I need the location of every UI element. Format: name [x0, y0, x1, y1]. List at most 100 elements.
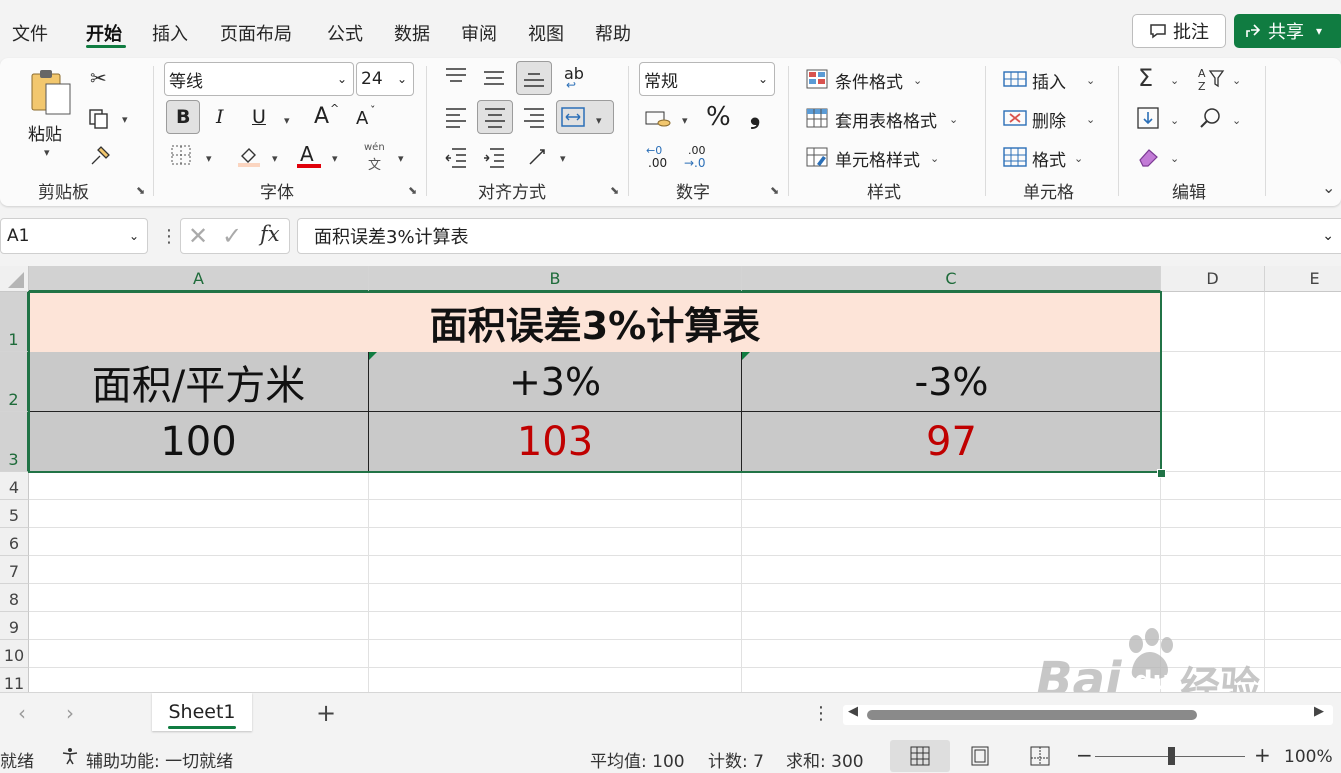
tab-file[interactable]: 文件 — [12, 20, 48, 46]
column-header-a[interactable]: A — [29, 266, 369, 292]
row-header-9[interactable]: 9 — [0, 612, 29, 640]
find-select-chevron-icon[interactable]: ⌄ — [1232, 114, 1241, 127]
format-as-table-button[interactable]: 套用表格格式 — [835, 107, 937, 132]
name-box-chevron-icon[interactable]: ⌄ — [129, 229, 139, 243]
conditional-format-icon[interactable] — [805, 68, 829, 90]
enter-icon[interactable]: ✓ — [222, 222, 242, 250]
formula-bar-options-icon[interactable]: ⋮ — [160, 226, 178, 247]
count-stat[interactable]: 计数: 7 — [708, 747, 764, 772]
accessibility-status[interactable]: 辅助功能: 一切就绪 — [86, 747, 233, 772]
row-header-11[interactable]: 11 — [0, 668, 29, 692]
header-cell-area[interactable]: 面积/平方米 — [29, 352, 369, 412]
normal-view-icon[interactable] — [910, 746, 930, 766]
zoom-in-button[interactable]: + — [1254, 743, 1271, 767]
autosum-chevron-icon[interactable]: ⌄ — [1170, 74, 1179, 87]
phonetic-chevron-icon[interactable]: ▾ — [398, 152, 404, 165]
orientation-chevron-icon[interactable]: ▾ — [560, 152, 566, 165]
find-select-icon[interactable] — [1198, 106, 1222, 130]
insert-cells-button[interactable]: 插入 — [1032, 68, 1066, 93]
average-stat[interactable]: 平均值: 100 — [590, 747, 685, 772]
error-indicator-icon[interactable] — [369, 352, 377, 360]
select-all-corner[interactable] — [0, 266, 29, 292]
format-cells-chevron-icon[interactable]: ⌄ — [1074, 152, 1083, 165]
zoom-out-button[interactable]: − — [1076, 743, 1093, 767]
insert-cells-icon[interactable] — [1002, 68, 1028, 90]
underline-chevron-icon[interactable]: ▾ — [284, 114, 290, 127]
align-left-icon[interactable] — [444, 106, 468, 128]
row-header-4[interactable]: 4 — [0, 472, 29, 500]
row-header-8[interactable]: 8 — [0, 584, 29, 612]
borders-chevron-icon[interactable]: ▾ — [206, 152, 212, 165]
row-header-2[interactable]: 2 — [0, 352, 29, 412]
insert-cells-chevron-icon[interactable]: ⌄ — [1086, 74, 1095, 87]
sum-stat[interactable]: 求和: 300 — [786, 747, 864, 772]
decrease-decimal-bottom[interactable]: →.0 — [684, 156, 706, 170]
value-cell-minus[interactable]: 97 — [742, 412, 1161, 472]
alignment-launcher-icon[interactable]: ⬊ — [610, 184, 619, 197]
accounting-format-icon[interactable] — [644, 108, 672, 130]
zoom-level[interactable]: 100% — [1284, 747, 1333, 767]
clear-chevron-icon[interactable]: ⌄ — [1170, 152, 1179, 165]
conditional-format-button[interactable]: 条件格式 — [835, 68, 903, 93]
tab-page-layout[interactable]: 页面布局 — [220, 20, 292, 46]
tab-options-icon[interactable]: ⋮ — [812, 703, 830, 724]
italic-button[interactable]: I — [216, 106, 224, 128]
scroll-left-arrow-icon[interactable]: ◀ — [848, 704, 858, 719]
horizontal-scroll-thumb[interactable] — [867, 710, 1197, 720]
tab-home[interactable]: 开始 — [86, 20, 122, 46]
row-header-5[interactable]: 5 — [0, 500, 29, 528]
font-color-button[interactable]: A — [300, 142, 314, 166]
tab-review[interactable]: 审阅 — [461, 20, 497, 46]
format-cells-icon[interactable] — [1002, 146, 1028, 168]
title-cell[interactable]: 面积误差3%计算表 — [29, 292, 1161, 352]
decrease-font-button[interactable]: A — [356, 108, 368, 129]
number-launcher-icon[interactable]: ⬊ — [770, 184, 779, 197]
copy-chevron-icon[interactable]: ▾ — [122, 113, 128, 126]
share-chevron-icon[interactable]: ▾ — [1316, 24, 1322, 38]
tab-formulas[interactable]: 公式 — [327, 20, 363, 46]
orientation-icon[interactable] — [526, 144, 552, 170]
align-middle-icon[interactable] — [482, 66, 506, 88]
row-header-1[interactable]: 1 — [0, 292, 29, 352]
cell-styles-icon[interactable] — [805, 146, 829, 168]
row-header-3[interactable]: 3 — [0, 412, 29, 472]
format-as-table-chevron-icon[interactable]: ⌄ — [949, 113, 958, 126]
page-break-view-icon[interactable] — [1030, 746, 1050, 766]
scroll-tabs-right-icon[interactable]: › — [66, 701, 74, 725]
header-cell-minus[interactable]: -3% — [742, 352, 1161, 412]
scroll-right-arrow-icon[interactable]: ▶ — [1314, 704, 1324, 719]
font-name-select[interactable]: 等线 ⌄ — [164, 62, 354, 96]
cell-styles-chevron-icon[interactable]: ⌄ — [930, 152, 939, 165]
fill-color-chevron-icon[interactable]: ▾ — [272, 152, 278, 165]
cut-icon[interactable]: ✂ — [90, 68, 107, 88]
delete-cells-chevron-icon[interactable]: ⌄ — [1086, 113, 1095, 126]
accessibility-icon[interactable] — [60, 746, 80, 766]
paste-icon[interactable] — [28, 68, 74, 116]
font-color-chevron-icon[interactable]: ▾ — [332, 152, 338, 165]
font-size-select[interactable]: 24 ⌄ — [356, 62, 414, 96]
align-top-icon[interactable] — [444, 66, 468, 88]
tab-insert[interactable]: 插入 — [152, 20, 188, 46]
format-cells-button[interactable]: 格式 — [1032, 146, 1066, 171]
format-as-table-icon[interactable] — [805, 107, 829, 129]
underline-button[interactable]: U — [252, 106, 266, 128]
name-box[interactable]: A1 ⌄ — [0, 218, 148, 254]
comments-button[interactable]: 批注 — [1132, 14, 1226, 48]
number-format-select[interactable]: 常规 ⌄ — [639, 62, 775, 96]
delete-cells-icon[interactable] — [1002, 107, 1028, 129]
fill-handle[interactable] — [1157, 469, 1166, 478]
fill-down-icon[interactable] — [1136, 106, 1160, 130]
ribbon-collapse-chevron-icon[interactable]: ⌄ — [1322, 178, 1335, 197]
add-sheet-button[interactable]: + — [316, 699, 336, 727]
zoom-slider-thumb[interactable] — [1168, 747, 1175, 765]
sort-filter-chevron-icon[interactable]: ⌄ — [1232, 74, 1241, 87]
insert-function-icon[interactable]: fx — [260, 222, 280, 246]
clipboard-launcher-icon[interactable]: ⬊ — [136, 184, 145, 197]
phonetic-bottom[interactable]: 文 — [368, 154, 381, 173]
value-cell-plus[interactable]: 103 — [369, 412, 742, 472]
fill-down-chevron-icon[interactable]: ⌄ — [1170, 114, 1179, 127]
formula-expand-chevron-icon[interactable]: ⌄ — [1322, 228, 1334, 244]
accounting-chevron-icon[interactable]: ▾ — [682, 114, 688, 127]
phonetic-top[interactable]: wén — [364, 142, 385, 153]
row-header-7[interactable]: 7 — [0, 556, 29, 584]
